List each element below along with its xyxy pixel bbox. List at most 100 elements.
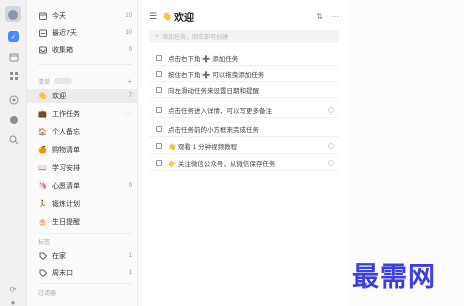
note-icon: [328, 106, 334, 113]
task-checkbox[interactable]: [156, 70, 162, 77]
sidebar-item-label: 学习安排: [52, 165, 80, 172]
task-checkbox[interactable]: [156, 106, 162, 113]
sidebar-tag-home[interactable]: 在家 1: [27, 249, 138, 263]
sort-icon[interactable]: ⇅: [316, 12, 323, 21]
add-task-placeholder: 添加任务，回车即可创建: [162, 35, 229, 41]
task-checkbox[interactable]: [156, 86, 162, 93]
search-icon[interactable]: [8, 134, 19, 145]
sidebar-item-label: 工作任务: [52, 111, 80, 118]
task-title: 向左滑动任务来设置日期和提醒: [168, 87, 259, 95]
sidebar-item-work[interactable]: 💼 工作任务 ···: [27, 107, 138, 121]
page-title: 欢迎: [174, 12, 195, 24]
tag-icon: [38, 269, 47, 278]
sync-icon[interactable]: ⟳: [8, 284, 18, 294]
task-row[interactable]: 点击右下角 ➕ 添加任务: [149, 50, 339, 66]
sidebar-item-label: 心愿清单: [52, 183, 80, 190]
sidebar-item-label: 锻炼计划: [52, 201, 80, 208]
sidebar-item-label: 在家: [52, 253, 66, 260]
section-title: 清单: [38, 79, 51, 86]
task-row[interactable]: 按住右下角 ➕ 可以拖曳添加任务: [149, 66, 339, 82]
item-count: 9: [128, 183, 132, 189]
calendar-week-icon: [38, 29, 47, 38]
book-icon: 📖: [38, 165, 47, 172]
section-title: 标签: [38, 239, 51, 246]
task-title: 按住右下角 ➕ 可以拖曳添加任务: [168, 71, 265, 79]
calendar-icon[interactable]: [8, 51, 19, 62]
item-count: 10: [125, 13, 132, 19]
tag-icon: [38, 252, 47, 261]
task-title: 点击任务前的小方框来完成任务: [168, 126, 259, 134]
sidebar-item-next7[interactable]: 最近7天 10: [27, 26, 138, 40]
inbox-icon: [38, 46, 47, 55]
task-row[interactable]: 向左滑动任务来设置日期和提醒: [149, 82, 339, 98]
item-count: 1: [128, 253, 132, 259]
focus-icon[interactable]: [8, 94, 19, 105]
unicorn-icon: 🦄: [38, 183, 47, 190]
sidebar-item-study[interactable]: 📖 学习安排: [27, 161, 138, 175]
task-row[interactable]: 点击任务前的小方框来完成任务: [149, 121, 339, 137]
sidebar-item-label: 今天: [52, 13, 66, 20]
menu-icon[interactable]: ☰: [149, 11, 157, 22]
sidebar-item-personal[interactable]: 🏠 个人备忘: [27, 125, 138, 139]
grid-icon[interactable]: [8, 70, 19, 81]
sidebar-item-welcome[interactable]: 👋 欢迎 7: [27, 89, 138, 103]
lists-section-header: 清单 +: [38, 76, 132, 86]
divider: [38, 64, 132, 65]
sidebar-item-exercise[interactable]: 🏃 锻炼计划: [27, 197, 138, 211]
cake-icon: 🎂: [38, 219, 47, 226]
task-check-icon[interactable]: ✓: [8, 31, 19, 42]
sidebar-item-shopping[interactable]: 🍊 购物清单: [27, 143, 138, 157]
divider: [38, 283, 132, 284]
calendar-today-icon: [38, 12, 47, 21]
task-row[interactable]: 点击任务进入详情，可以写更多备注: [149, 102, 339, 118]
task-list-pane: ☰ 👋 欢迎 ⇅ ··· + 添加任务，回车即可创建 点击右下角 ➕ 添加任务 …: [139, 0, 346, 306]
sidebar-item-wishlist[interactable]: 🦄 心愿清单 9: [27, 179, 138, 193]
task-checkbox[interactable]: [156, 159, 162, 166]
plus-icon: +: [155, 33, 160, 40]
task-row[interactable]: 👉 关注微信公众号，从微信保存任务: [149, 155, 339, 171]
item-count: 9: [128, 47, 132, 53]
note-icon: [328, 142, 334, 149]
task-title: 👉 关注微信公众号，从微信保存任务: [168, 160, 276, 168]
sidebar-item-birthday[interactable]: 🎂 生日提醒: [27, 215, 138, 229]
list-header: ☰ 👋 欢迎 ⇅ ···: [149, 9, 339, 24]
nav-rail: ✓ ⟳ ●: [0, 0, 27, 306]
sidebar-tag-weekend[interactable]: 周末口 1: [27, 266, 138, 280]
item-count: 1: [128, 270, 132, 276]
house-icon: 🏠: [38, 129, 47, 136]
task-title: 点击右下角 ➕ 添加任务: [168, 55, 239, 63]
add-list-icon[interactable]: +: [127, 77, 132, 86]
more-icon[interactable]: ···: [126, 111, 132, 117]
sidebar-item-label: 周末口: [52, 270, 73, 277]
habit-icon[interactable]: [8, 114, 19, 125]
notification-icon[interactable]: ●: [8, 297, 18, 306]
sidebar-item-label: 购物清单: [52, 147, 80, 154]
sidebar-item-today[interactable]: 今天 10: [27, 9, 138, 23]
task-checkbox[interactable]: [156, 125, 162, 132]
item-count: 10: [125, 30, 132, 36]
task-checkbox[interactable]: [156, 142, 162, 149]
note-icon: [328, 159, 334, 166]
filters-section-header: 过滤器: [38, 287, 132, 297]
task-checkbox[interactable]: [156, 54, 162, 61]
task-row[interactable]: 👋 观看 1 分钟视频教程: [149, 138, 339, 154]
section-title: 过滤器: [38, 290, 57, 297]
wave-hand-icon: 👋: [162, 11, 173, 21]
avatar[interactable]: [5, 6, 21, 22]
more-icon[interactable]: ···: [331, 12, 339, 21]
item-count: 7: [128, 93, 132, 99]
sidebar: 今天 10 最近7天 10 收集箱 9 清单 + 👋 欢迎 7 💼 工作任务 ·…: [27, 0, 138, 306]
sidebar-item-label: 生日提醒: [52, 219, 80, 226]
task-title: 👋 观看 1 分钟视频教程: [168, 143, 238, 151]
sidebar-item-label: 个人备忘: [52, 129, 80, 136]
tags-section-header: 标签: [38, 236, 132, 246]
section-badge: [54, 78, 73, 84]
orange-icon: 🍊: [38, 147, 47, 154]
sidebar-item-label: 最近7天: [52, 30, 77, 37]
sidebar-item-inbox[interactable]: 收集箱 9: [27, 43, 138, 57]
wave-hand-icon: 👋: [38, 93, 47, 100]
runner-icon: 🏃: [38, 201, 47, 208]
add-task-input[interactable]: + 添加任务，回车即可创建: [149, 30, 339, 43]
briefcase-icon: 💼: [38, 111, 47, 118]
sidebar-item-label: 收集箱: [52, 47, 73, 54]
